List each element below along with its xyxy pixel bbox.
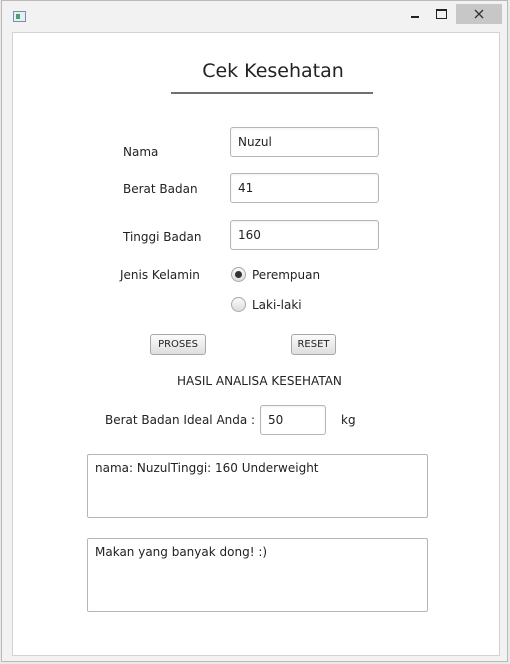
page-title: Cek Kesehatan	[202, 60, 344, 82]
advice-textarea[interactable]: Makan yang banyak dong! :)	[87, 538, 428, 612]
minimize-icon[interactable]	[404, 4, 426, 24]
close-icon[interactable]	[456, 4, 502, 24]
radio-laki-laki[interactable]	[231, 297, 246, 312]
form-panel: Cek Kesehatan Nama Nuzul Berat Badan 41 …	[12, 32, 500, 656]
tinggi-badan-field[interactable]: 160	[230, 220, 379, 250]
berat-badan-label: Berat Badan	[123, 182, 198, 196]
berat-badan-field[interactable]: 41	[230, 173, 379, 203]
ideal-weight-field[interactable]: 50	[260, 405, 326, 435]
java-app-icon	[13, 11, 26, 22]
radio-perempuan[interactable]	[231, 267, 246, 282]
title-bar[interactable]	[2, 1, 507, 32]
nama-label: Nama	[123, 145, 159, 159]
jenis-kelamin-label: Jenis Kelamin	[120, 268, 200, 282]
title-divider	[171, 92, 373, 94]
tinggi-badan-label: Tinggi Badan	[123, 230, 202, 244]
reset-button[interactable]: RESET	[291, 334, 336, 355]
app-window: Cek Kesehatan Nama Nuzul Berat Badan 41 …	[1, 0, 508, 662]
summary-textarea[interactable]: nama: NuzulTinggi: 160 Underweight	[87, 454, 428, 518]
radio-laki-laki-label[interactable]: Laki-laki	[252, 298, 302, 312]
nama-field[interactable]: Nuzul	[230, 127, 379, 157]
result-heading: HASIL ANALISA KESEHATAN	[177, 374, 342, 388]
proses-button[interactable]: PROSES	[150, 334, 206, 355]
radio-perempuan-label[interactable]: Perempuan	[252, 268, 320, 282]
ideal-weight-unit: kg	[341, 413, 356, 427]
ideal-weight-label: Berat Badan Ideal Anda :	[105, 413, 256, 427]
maximize-icon[interactable]	[428, 4, 454, 24]
